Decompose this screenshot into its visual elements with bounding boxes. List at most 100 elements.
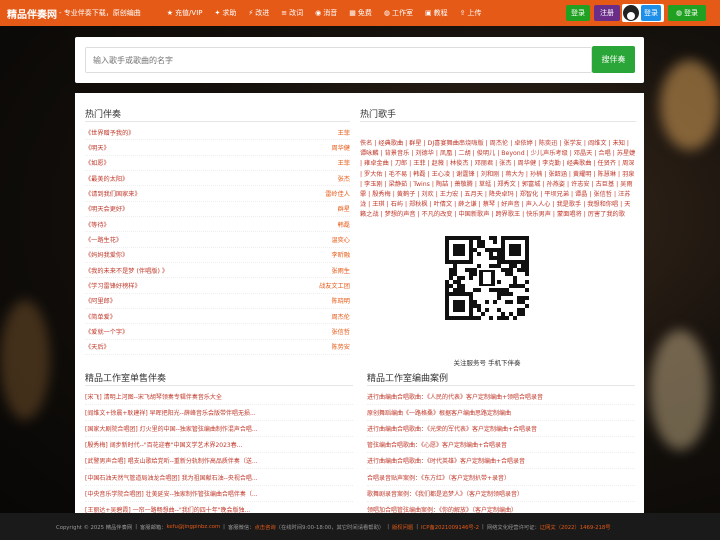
studio-icon: ◍ [383,9,390,17]
hot-song-artist-link[interactable]: 王菲 [338,128,350,137]
case-link[interactable]: [中国石油天然气管道局油龙合唱团] 我为祖国献石油--央视合唱... [85,469,353,486]
arrangement-cases-title: 精品工作室编曲案例 [367,374,449,384]
hot-song-artist-link[interactable]: 张信哲 [331,327,350,336]
hot-song-link[interactable]: 《如愿》 [85,158,110,167]
hot-song-link[interactable]: 《爱就一个字》 [85,327,128,336]
hot-song-artist-link[interactable]: 韩磊 [338,220,350,229]
case-link[interactable]: [武警男声合唱] 唱支山歌给党听--重新分轨制作高品质伴奏（送... [85,453,353,470]
case-link[interactable]: 进行曲编曲合唱歌曲：《时代英雄》客户定制编曲+合唱录音 [367,453,635,470]
hot-song-row: 《学习雷锋好榜样》 战友文工团 [85,278,350,294]
case-link[interactable]: 管弦编曲合唱歌曲：《心愿》客户定制编曲+合唱录音 [367,437,635,454]
hot-song-row: 《我的未来不是梦 (伴唱版) 》 张雨生 [85,263,350,279]
hot-song-row: 《妈妈我爱你》 李昕融 [85,248,350,264]
wechat-login-button[interactable]: ◍ 登录 [668,5,706,21]
nav-item-8[interactable]: ⇪ 上传 [454,8,488,18]
footer-service-email[interactable]: kefu@jingpinbz.com [167,524,221,530]
case-link[interactable]: 歌舞剧录音案例：《我们都是追梦人》（客户定制领唱录音） [367,486,635,502]
case-link[interactable]: [中央音乐学院合唱团] 壮美延安--独家制作管弦编曲合唱伴奏（... [85,486,353,502]
hot-song-artist-link[interactable]: 周杰伦 [331,312,350,321]
search-button[interactable]: 搜伴奏 [592,46,635,73]
hot-song-row: 《阿里郎》 陈晓明 [85,294,350,310]
background-stage-light [0,300,50,420]
hot-song-link[interactable]: 《阿里郎》 [85,296,116,305]
case-link[interactable]: [宋飞] 清明上河图--宋飞胡琴领奏专辑伴奏音乐大全 [85,389,353,406]
nav-item-0[interactable]: ★ 充值/VIP [161,8,209,18]
nav-item-2[interactable]: ⚡ 改进 [242,8,275,18]
footer-culture-label: 网络文化经营许可证： [486,524,540,531]
case-link[interactable]: [殷秀梅] 阔步新时代--"百花迎春"中国文学艺术界2023春... [85,437,353,454]
hot-song-artist-link[interactable]: 战友文工团 [319,281,350,290]
hot-song-row: 《最美的太阳》 张杰 [85,171,350,187]
free-icon: ▦ [349,9,356,17]
solo-cases-list: [宋飞] 清明上河图--宋飞胡琴领奏专辑伴奏音乐大全 [阎维文+徐晨+耿建祥] 早… [85,389,353,518]
hot-singers-links[interactable]: 佚名 | 经典歌曲 | 群星 | DJ喜宴舞曲串烧嗨版 | 周杰伦 | 卓依婷 … [360,139,636,221]
hot-song-artist-link[interactable]: 李昕融 [331,250,350,259]
hot-song-link[interactable]: 《天后》 [85,342,110,351]
nav-item-5[interactable]: ▦ 免费 [343,8,378,18]
hot-song-link[interactable]: 《简单爱》 [85,312,116,321]
hot-song-link[interactable]: 《明天会更好》 [85,204,128,213]
divider [367,385,635,386]
hot-song-artist-link[interactable]: 雷岭佳人 [325,189,350,198]
nav-item-1[interactable]: ✦ 求助 [208,8,242,18]
hot-song-artist-link[interactable]: 王菲 [338,158,350,167]
footer-icp[interactable]: ICP备2021009146号-2 [421,523,479,531]
hot-song-artist-link[interactable]: 张杰 [338,174,350,183]
register-button[interactable]: 注册 [594,5,620,21]
search-input[interactable] [85,47,592,73]
case-link[interactable]: 进行曲编曲合唱歌曲：《人民的代表》客户定制编曲+领唱合唱录音 [367,389,635,406]
nav-item-label: 免费 [357,9,372,17]
footer-license[interactable]: 辽网文（2022）1469-218号 [540,523,611,531]
nav-item-label: 教程 [433,9,448,17]
login-button[interactable]: 登录 [566,5,590,21]
footer: Copyright © 2025 精品伴奏网 | 客服邮箱： kefu@jingp… [0,513,720,540]
hot-song-row: 《一路生花》 温奕心 [85,232,350,248]
hot-song-link[interactable]: 《世界赠予我的》 [85,128,135,137]
hot-singers-title: 热门歌手 [360,110,397,120]
divider [85,385,353,386]
case-link[interactable]: [国家大剧院合唱团] 灯火里的中国--独家管弦编曲制作混声合唱... [85,421,353,438]
hot-song-link[interactable]: 《明天》 [85,143,110,152]
hot-song-row: 《等待》 韩磊 [85,217,350,233]
hot-song-link[interactable]: 《最美的太阳》 [85,174,128,183]
case-link[interactable]: 原创舞蹈编曲《一路格桑》根据客户编曲思路定制编曲 [367,405,635,422]
nav-item-4[interactable]: ◉ 消音 [309,8,343,18]
nav-item-6[interactable]: ◍ 工作室 [378,8,419,18]
hot-song-row: 《如愿》 王菲 [85,156,350,172]
hot-song-link[interactable]: 《一路生花》 [85,235,122,244]
hot-song-artist-link[interactable]: 陈晓明 [331,296,350,305]
nav-item-label: 上传 [467,9,482,17]
nav-item-3[interactable]: ≡ 改词 [275,8,309,18]
hot-song-link[interactable]: 《妈妈我爱你》 [85,250,128,259]
list-icon: ≡ [281,9,288,17]
hot-song-artist-link[interactable]: 温奕心 [331,235,350,244]
case-link[interactable]: [阎维文+徐晨+耿建祥] 早晖把阳光--薛峰音乐会版带伴唱无损... [85,405,353,422]
hot-song-row: 《明天》 周华健 [85,140,350,156]
case-link[interactable]: 进行曲编曲合唱歌曲：《光荣的军代表》客户定制编曲+合唱录音 [367,421,635,438]
nav-item-label: 充值/VIP [175,9,203,17]
nav-item-7[interactable]: ▣ 教程 [419,8,454,18]
hot-song-link[interactable]: 《请到我们国家来》 [85,189,141,198]
footer-copyright: Copyright © 2025 精品伴奏网 [56,524,133,531]
hot-song-artist-link[interactable]: 周华健 [331,143,350,152]
hot-song-row: 《请到我们国家来》 雷岭佳人 [85,186,350,202]
arrangement-cases-list: 进行曲编曲合唱歌曲：《人民的代表》客户定制编曲+领唱合唱录音 原创舞蹈编曲《一路格… [367,389,635,518]
footer-copyright-notice[interactable]: 版权问题 [392,523,413,531]
hot-song-link[interactable]: 《等待》 [85,220,110,229]
hot-song-row: 《简单爱》 周杰伦 [85,309,350,325]
qr-code [445,236,529,320]
site-logo[interactable]: 精品伴奏网 [7,6,57,21]
nav-item-label: 工作室 [392,9,413,17]
hot-song-artist-link[interactable]: 群星 [338,204,350,213]
wechat-login-label: 登录 [684,9,699,17]
vip-icon: ★ [166,9,174,17]
hot-song-link[interactable]: 《我的未来不是梦 (伴唱版) 》 [85,266,168,275]
case-link[interactable]: 合唱录音贴声案例：《东方红》（客户定制扒带+录音） [367,469,635,486]
hot-song-artist-link[interactable]: 陈势安 [331,342,350,351]
qq-login-button[interactable]: 登录 [622,4,664,22]
hot-songs-title: 热门伴奏 [85,110,122,120]
footer-wechat-link[interactable]: 点击咨询 [254,523,275,531]
background-stage-light [650,330,710,450]
hot-song-link[interactable]: 《学习雷锋好榜样》 [85,281,141,290]
hot-song-artist-link[interactable]: 张雨生 [331,266,350,275]
